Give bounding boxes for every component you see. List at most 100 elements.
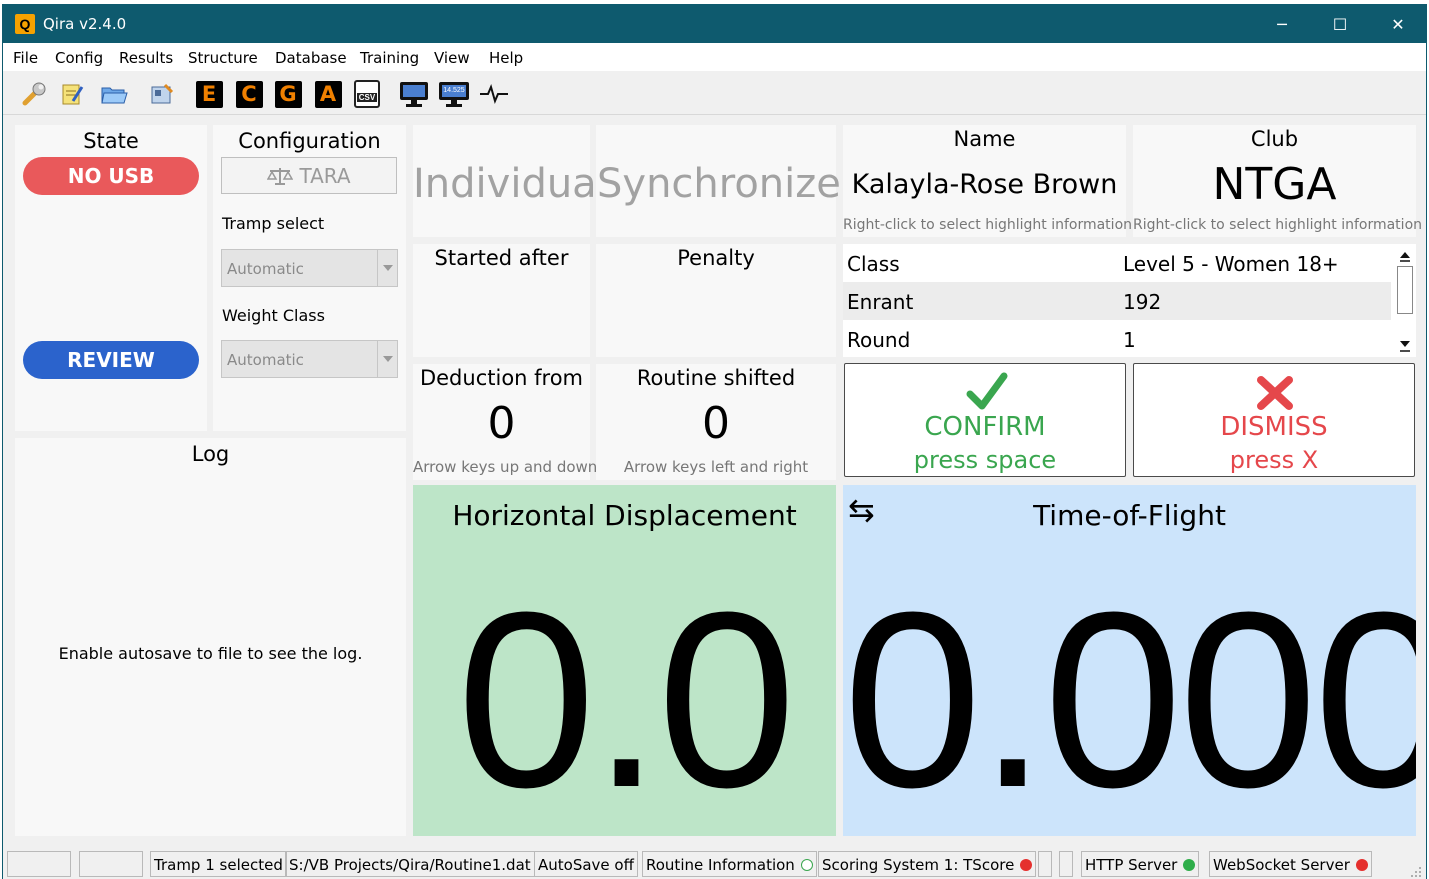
time-of-flight-panel: ⇆ Time-of-Flight 0.000	[843, 485, 1416, 836]
scroll-down-icon[interactable]	[1399, 339, 1411, 358]
status-empty-1	[7, 851, 71, 877]
status-http-server: HTTP Server	[1081, 851, 1200, 877]
penalty-panel: Penalty	[596, 244, 836, 357]
menu-structure[interactable]: Structure	[188, 49, 258, 67]
csv-export-icon[interactable]: CSV	[352, 79, 382, 109]
table-scrollbar[interactable]	[1394, 244, 1416, 357]
status-routine-information: Routine Information	[642, 851, 817, 877]
title-bar: Q Qira v2.4.0 ─ ☐ ✕	[3, 5, 1426, 43]
close-button[interactable]: ✕	[1369, 5, 1427, 43]
deduction-title: Deduction from	[419, 366, 584, 390]
deduction-hint: Arrow keys up and down	[413, 458, 598, 476]
confirm-button[interactable]: CONFIRM press space	[844, 363, 1126, 477]
log-title: Log	[191, 442, 230, 466]
athlete-name: Kalayla-Rose Brown	[851, 169, 1118, 200]
scale-icon	[267, 167, 294, 185]
edit-document-icon[interactable]	[57, 79, 87, 109]
chevron-down-icon	[377, 341, 397, 377]
started-after-title: Started after	[434, 246, 569, 270]
status-tramp: Tramp 1 selected	[150, 851, 287, 877]
menu-training[interactable]: Training	[360, 49, 419, 67]
window-title: Qira v2.4.0	[43, 15, 127, 33]
status-websocket-server: WebSocket Server	[1209, 851, 1372, 877]
deduction-value: 0	[487, 398, 516, 449]
maximize-button[interactable]: ☐	[1311, 5, 1369, 43]
club-title: Club	[1250, 127, 1299, 151]
club-panel[interactable]: Club NTGA Right-click to select highligh…	[1133, 125, 1423, 237]
routine-shifted-title: Routine shifted	[636, 366, 796, 390]
deduction-panel: Deduction from 0 Arrow keys up and down	[413, 364, 598, 480]
routine-shifted-panel: Routine shifted 0 Arrow keys left and ri…	[596, 364, 836, 480]
individual-mode-panel[interactable]: Individual	[413, 125, 608, 237]
toolbar: E C G A CSV 14.525	[3, 71, 1426, 115]
status-empty-3	[1038, 851, 1052, 877]
settings-icon[interactable]	[147, 79, 177, 109]
tramp-select-dropdown[interactable]: Automatic	[221, 249, 398, 287]
x-mark-icon	[1255, 376, 1295, 415]
horizontal-displacement-panel: Horizontal Displacement 0.0	[413, 485, 836, 836]
app-window: Q Qira v2.4.0 ─ ☐ ✕ File Config Results …	[2, 4, 1427, 879]
horizontal-displacement-title: Horizontal Displacement	[452, 499, 797, 532]
menu-config[interactable]: Config	[55, 49, 103, 67]
wrench-icon[interactable]	[19, 79, 49, 109]
pulse-signal-icon[interactable]	[479, 79, 509, 109]
status-scoring-system: Scoring System 1: TScore	[818, 851, 1037, 877]
state-title: State	[83, 129, 139, 153]
routine-shifted-value: 0	[702, 398, 730, 449]
table-row[interactable]: Round 1	[843, 320, 1391, 358]
checkmark-icon	[966, 372, 1008, 417]
status-autosave: AutoSave off	[534, 851, 638, 877]
name-panel[interactable]: Name Kalayla-Rose Brown Right-click to s…	[843, 125, 1133, 237]
menu-database[interactable]: Database	[275, 49, 347, 67]
status-indicator-icon	[1183, 859, 1196, 871]
open-folder-icon[interactable]	[99, 79, 129, 109]
table-row[interactable]: Class Level 5 - Women 18+	[843, 244, 1391, 282]
e-panel-button[interactable]: E	[194, 79, 224, 109]
menu-help[interactable]: Help	[489, 49, 523, 67]
menu-results[interactable]: Results	[119, 49, 173, 67]
log-message: Enable autosave to file to see the log.	[58, 644, 363, 663]
scrollbar-thumb[interactable]	[1397, 266, 1413, 314]
status-empty-2	[79, 851, 143, 877]
status-indicator-icon	[1020, 859, 1033, 871]
tara-button[interactable]: TARA	[221, 157, 397, 194]
status-indicator-icon	[800, 859, 813, 871]
started-after-panel: Started after	[413, 244, 590, 357]
a-panel-button[interactable]: A	[313, 79, 343, 109]
configuration-title: Configuration	[238, 129, 381, 153]
table-row[interactable]: Enrant 192	[843, 282, 1391, 320]
name-hint: Right-click to select highlight informat…	[843, 217, 1133, 233]
status-file-path: S:/VB Projects/Qira/Routine1.dat	[285, 851, 535, 877]
individual-mode-label: Individual	[413, 161, 608, 207]
tramp-select-label: Tramp select	[222, 214, 325, 233]
weight-class-dropdown[interactable]: Automatic	[221, 340, 398, 378]
state-panel: State NO USB REVIEW	[15, 125, 207, 431]
c-panel-button[interactable]: C	[234, 79, 264, 109]
time-of-flight-title: Time-of-Flight	[1033, 499, 1226, 532]
score-display-icon[interactable]: 14.525	[439, 79, 469, 109]
time-of-flight-value: 0.000	[843, 560, 1416, 836]
no-usb-button[interactable]: NO USB	[23, 157, 199, 195]
status-empty-4	[1059, 851, 1073, 877]
synchronized-mode-label: Synchronized	[597, 161, 867, 207]
scroll-up-icon[interactable]	[1399, 248, 1411, 267]
display-monitor-icon[interactable]	[399, 79, 429, 109]
name-title: Name	[953, 127, 1016, 151]
routine-shifted-hint: Arrow keys left and right	[623, 458, 809, 476]
status-bar: Tramp 1 selected S:/VB Projects/Qira/Rou…	[3, 847, 1426, 879]
review-button[interactable]: REVIEW	[23, 341, 199, 379]
app-logo-icon: Q	[15, 14, 35, 34]
club-name: NTGA	[1212, 159, 1337, 210]
menu-file[interactable]: File	[13, 49, 38, 67]
status-indicator-icon	[1355, 859, 1368, 871]
menu-view[interactable]: View	[434, 49, 470, 67]
configuration-panel: Configuration TARA Tramp select Automati…	[213, 125, 406, 431]
g-panel-button[interactable]: G	[273, 79, 303, 109]
club-hint: Right-click to select highlight informat…	[1133, 217, 1423, 233]
chevron-down-icon	[377, 250, 397, 286]
athlete-info-table: Class Level 5 - Women 18+ Enrant 192 Round…	[843, 244, 1416, 357]
resize-grip-icon[interactable]	[1410, 865, 1422, 879]
synchronized-mode-panel[interactable]: Synchronized	[596, 125, 866, 237]
dismiss-button[interactable]: DISMISS press X	[1133, 363, 1415, 477]
minimize-button[interactable]: ─	[1253, 5, 1311, 43]
